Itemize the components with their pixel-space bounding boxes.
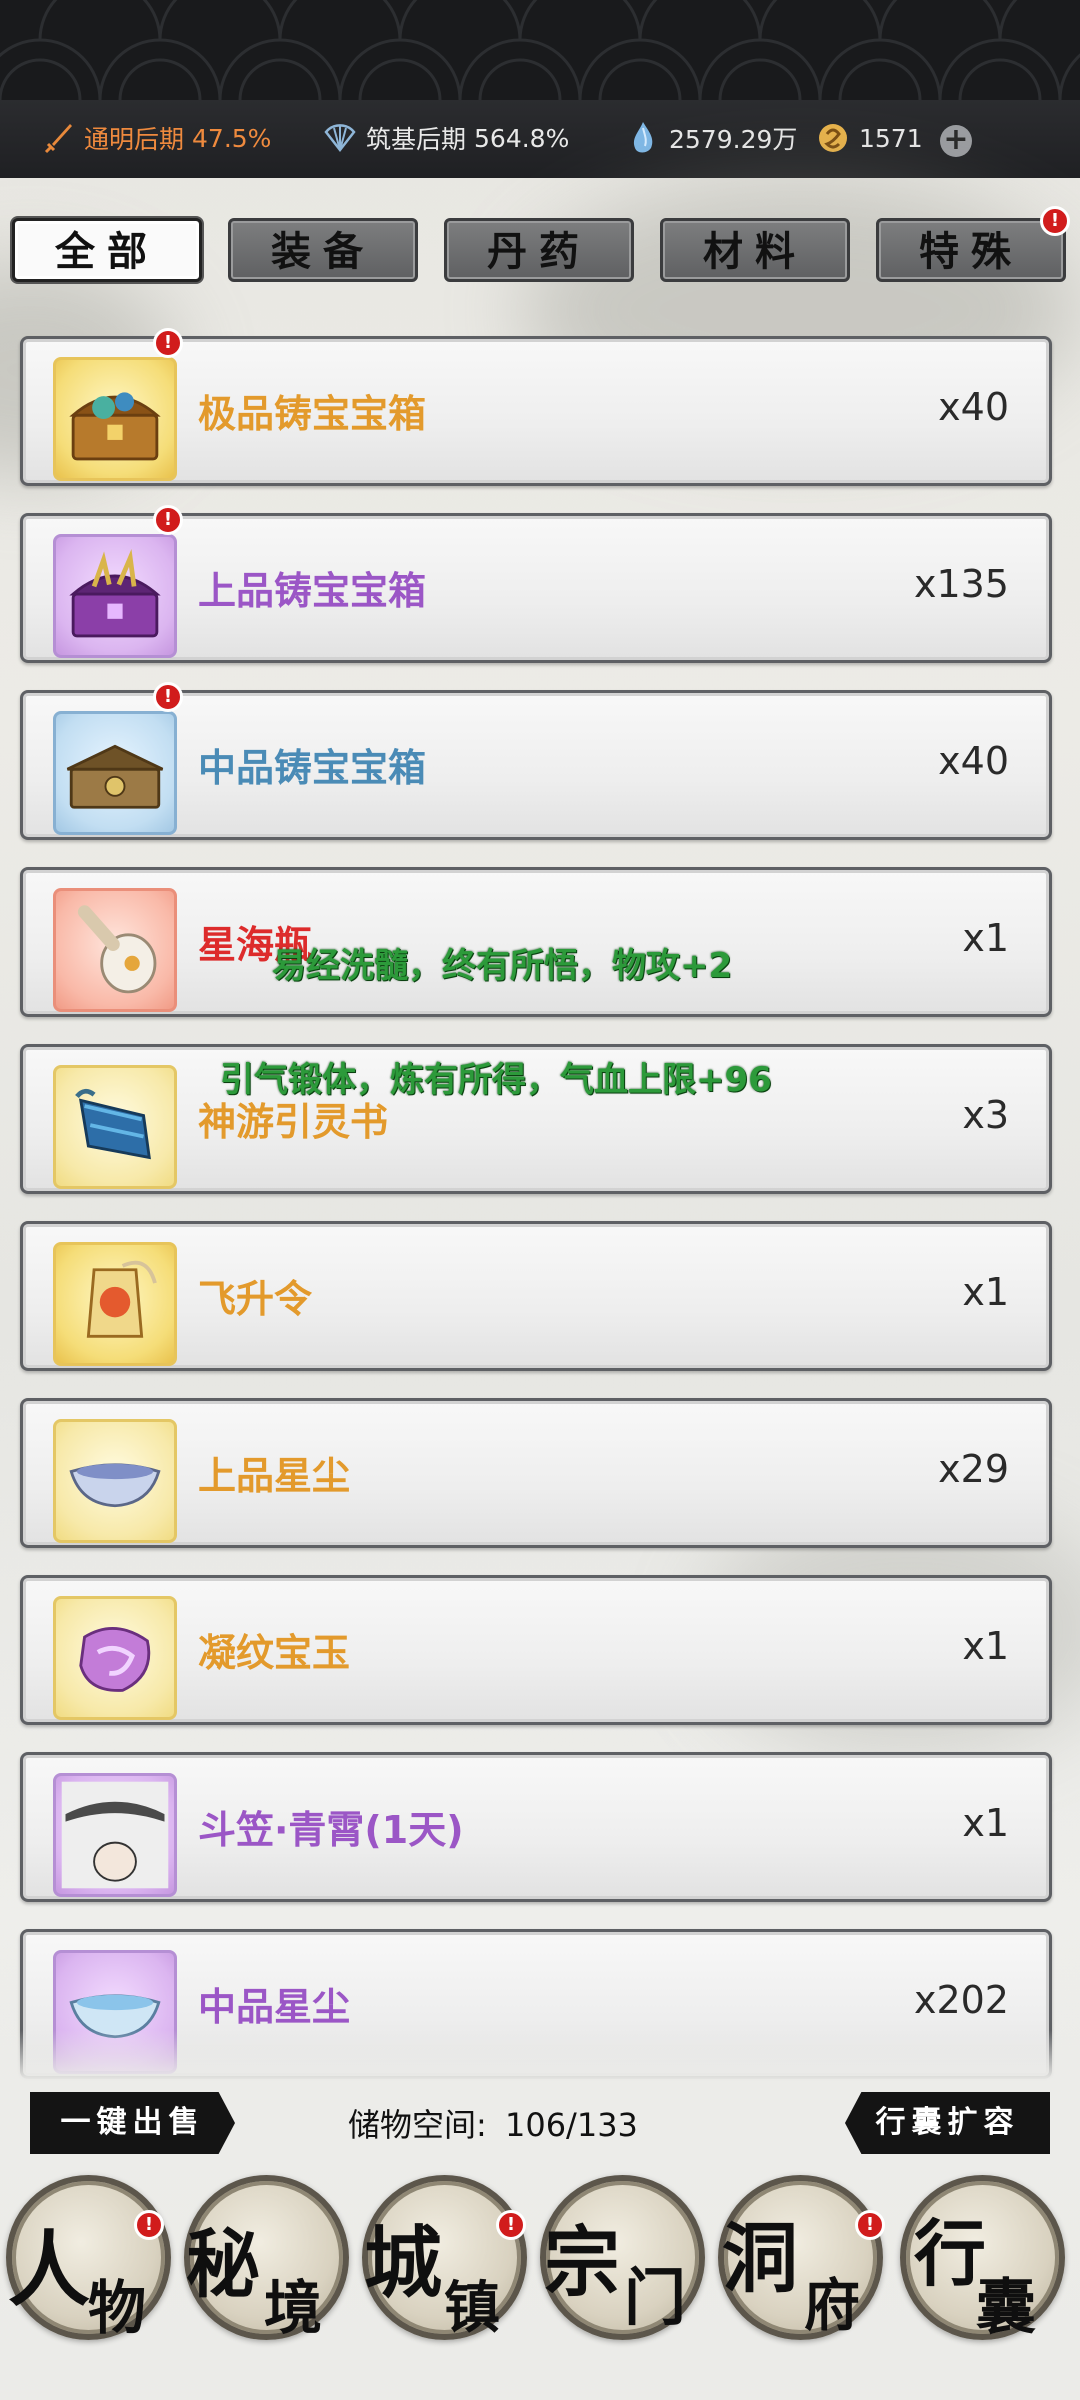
item-count: x1 <box>962 1624 1009 1668</box>
nav-secret-realm-char2: 境 <box>264 2274 323 2342</box>
nav-bag-char2: 囊 <box>976 2273 1036 2343</box>
list-item[interactable]: 斗笠·青霄(1天) x1 <box>20 1752 1052 1902</box>
storage-value: 106/133 <box>504 2106 638 2144</box>
spirit-stone-amount: 2579.29万 <box>669 125 798 154</box>
tab-special[interactable]: 特殊 <box>876 218 1066 282</box>
nav-character-char1: 人 <box>8 2222 91 2318</box>
tab-equipment[interactable]: 装备 <box>228 218 418 282</box>
item-name: 极品铸宝宝箱 <box>198 392 427 436</box>
nav-town-alert-badge: ! <box>496 2210 526 2240</box>
nav-secret-realm[interactable]: 秘 境 <box>184 2175 349 2342</box>
floating-message: 易经洗髓，终有所悟，物攻+2 <box>272 946 733 986</box>
expand-bag-button[interactable]: 行囊扩容 <box>845 2092 1050 2154</box>
nav-town[interactable]: 城 镇 <box>362 2175 527 2341</box>
sell-all-button[interactable]: 一键出售 <box>30 2092 235 2154</box>
item-name: 上品铸宝宝箱 <box>198 569 427 613</box>
treasure-chest-icon <box>53 711 177 835</box>
item-count: x29 <box>938 1447 1009 1491</box>
fan-icon <box>324 124 356 153</box>
item-count: x40 <box>938 739 1009 783</box>
nav-town-char1: 城 <box>364 2218 443 2309</box>
item-count: x1 <box>962 916 1009 960</box>
list-item[interactable]: 极品铸宝宝箱 x40 <box>20 336 1052 486</box>
nav-cave-dwelling-alert-badge: ! <box>855 2210 885 2240</box>
stardust-icon <box>53 1419 177 1543</box>
nav-character-char2: 物 <box>88 2274 147 2342</box>
scroll-icon <box>53 1065 177 1189</box>
sword-icon <box>44 124 72 154</box>
item-count: x40 <box>938 385 1009 429</box>
cultivation-stat-2: 筑基后期 564.8% <box>322 120 569 156</box>
gourd-bottle-icon <box>53 888 177 1012</box>
stat2-value: 564.8% <box>474 123 570 153</box>
nav-cave-dwelling-char2: 府 <box>804 2273 860 2339</box>
list-item[interactable]: 中品铸宝宝箱 x40 <box>20 690 1052 840</box>
item-count: x1 <box>962 1801 1009 1845</box>
list-item[interactable]: 飞升令 x1 <box>20 1221 1052 1371</box>
list-item[interactable]: 上品星尘 x29 <box>20 1398 1052 1548</box>
treasure-chest-icon <box>53 357 177 481</box>
nav-town-char2: 镇 <box>444 2275 500 2341</box>
bamboo-hat-icon <box>53 1773 177 1897</box>
nav-sect[interactable]: 宗 门 <box>540 2175 705 2340</box>
spirit-stone-icon <box>633 122 653 153</box>
stat1-value: 47.5% <box>192 123 272 153</box>
nav-character-alert-badge: ! <box>134 2210 164 2240</box>
status-bar: 通明后期 47.5% 筑基后期 564.8% 2579.29万 1571 <box>0 100 1080 178</box>
spirit-stone-counter: 2579.29万 <box>625 120 797 156</box>
storage-capacity: 储物空间: 106/133 <box>348 2100 638 2146</box>
nav-secret-realm-char1: 秘 <box>186 2222 260 2308</box>
item-name: 中品铸宝宝箱 <box>198 746 427 790</box>
list-item[interactable]: 上品铸宝宝箱 x135 <box>20 513 1052 663</box>
nav-cave-dwelling-char1: 洞 <box>722 2214 798 2303</box>
item-alert-badge: ! <box>153 328 183 358</box>
currency-counter: 1571 <box>815 120 923 156</box>
nav-sect-char1: 宗 <box>544 2218 620 2307</box>
item-name: 斗笠·青霄(1天) <box>198 1808 464 1852</box>
coin-icon <box>819 124 847 152</box>
item-count: x135 <box>913 562 1009 606</box>
item-name: 飞升令 <box>198 1277 313 1321</box>
tab-all[interactable]: 全部 <box>12 218 202 282</box>
storage-label: 储物空间: <box>348 2106 487 2144</box>
add-currency-button[interactable]: + <box>940 125 972 157</box>
item-count: x202 <box>913 1978 1009 2022</box>
item-count: x1 <box>962 1270 1009 1314</box>
jade-icon <box>53 1596 177 1720</box>
tab-special-alert-badge: ! <box>1040 206 1070 236</box>
nav-sect-char2: 门 <box>624 2261 687 2334</box>
token-icon <box>53 1242 177 1366</box>
top-wave-decoration <box>0 0 1080 100</box>
item-alert-badge: ! <box>153 505 183 535</box>
item-name: 上品星尘 <box>198 1454 351 1498</box>
floating-message: 引气锻体，炼有所得，气血上限+96 <box>220 1060 772 1100</box>
treasure-chest-icon <box>53 534 177 658</box>
item-alert-badge: ! <box>153 682 183 712</box>
nav-bag[interactable]: 行 囊 <box>900 2175 1065 2343</box>
nav-cave-dwelling[interactable]: 洞 府 <box>718 2175 883 2340</box>
currency-amount: 1571 <box>859 123 923 153</box>
list-item[interactable]: 凝纹宝玉 x1 <box>20 1575 1052 1725</box>
nav-character[interactable]: 人 物 <box>6 2175 171 2342</box>
stat2-label: 筑基后期 <box>366 125 467 154</box>
item-name: 凝纹宝玉 <box>198 1631 351 1675</box>
cultivation-stat-1: 通明后期 47.5% <box>40 120 271 156</box>
item-count: x3 <box>962 1093 1009 1137</box>
tab-pills[interactable]: 丹药 <box>444 218 634 282</box>
item-name: 中品星尘 <box>198 1985 351 2029</box>
stat1-label: 通明后期 <box>84 125 185 154</box>
tab-materials[interactable]: 材料 <box>660 218 850 282</box>
